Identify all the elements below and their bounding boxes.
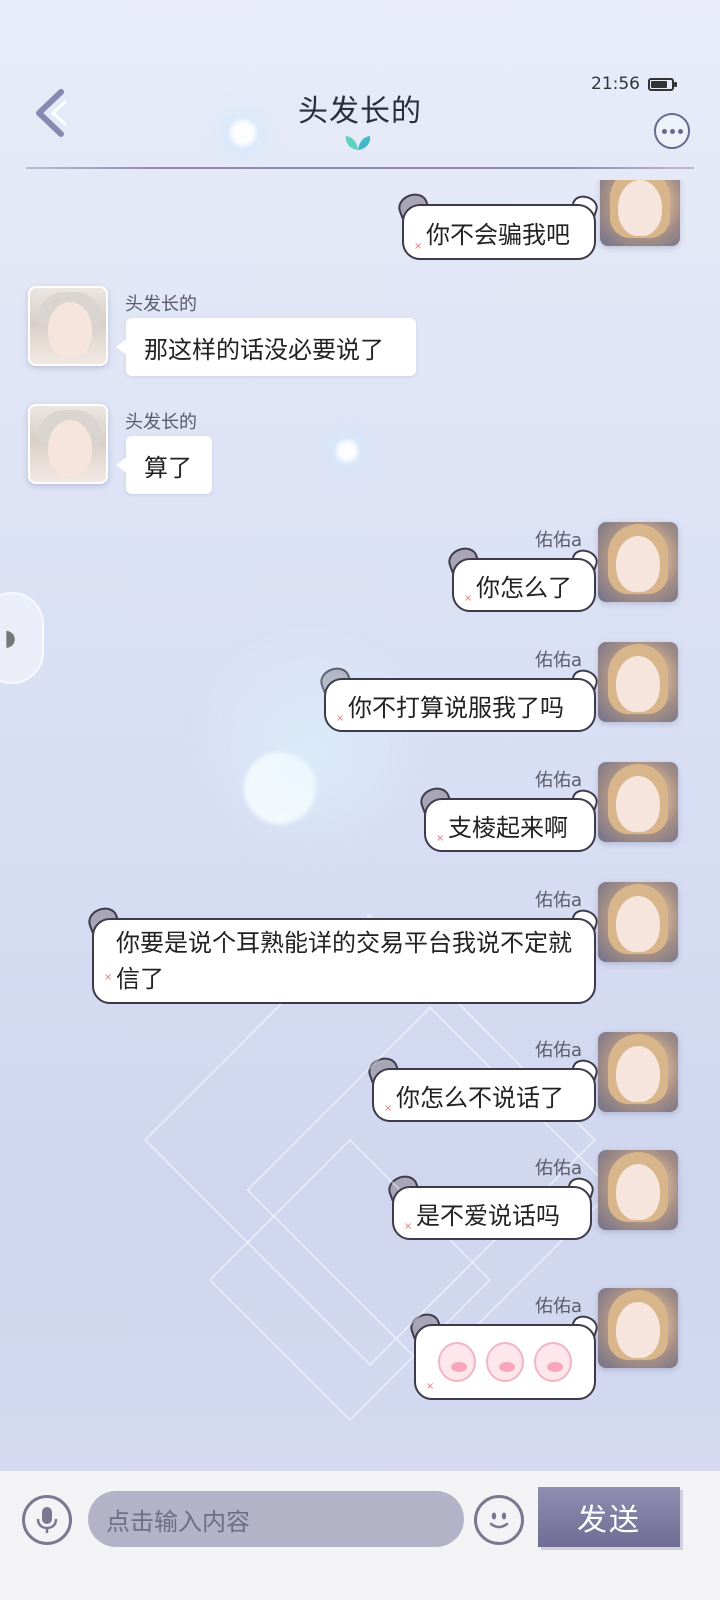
message-bubble[interactable]: × 你不会骗我吧 xyxy=(394,189,601,260)
message-text: 你不打算说服我了吗 xyxy=(348,693,564,722)
message-row: 佑佑a × 你要是说个耳熟能详的交易平台我说不定就信了 xyxy=(0,880,720,1010)
message-bubble[interactable]: × 你不打算说服我了吗 xyxy=(316,663,601,732)
message-row: × 你不会骗我吧 xyxy=(0,180,720,260)
message-text: 你不会骗我吧 xyxy=(426,220,570,249)
sender-name: 佑佑a xyxy=(534,530,582,551)
message-bubble[interactable]: × 你怎么不说话了 xyxy=(364,1053,601,1122)
message-bubble[interactable]: 算了 xyxy=(116,436,212,494)
message-text: 你要是说个耳熟能详的交易平台我说不定就信了 xyxy=(116,929,572,993)
pig-face-sticker[interactable] xyxy=(438,1342,476,1382)
message-text: 你怎么了 xyxy=(476,573,572,602)
header-divider xyxy=(26,167,694,169)
sender-name: 佑佑a xyxy=(534,770,582,791)
message-text: 你怎么不说话了 xyxy=(396,1083,564,1112)
pig-face-sticker[interactable] xyxy=(534,1342,572,1382)
message-bubble[interactable]: × 是不爱说话吗 xyxy=(384,1171,597,1240)
message-row: 佑佑a × 是不爱说话吗 xyxy=(0,1148,720,1252)
sender-name: 佑佑a xyxy=(534,1040,582,1061)
sender-name: 头发长的 xyxy=(125,294,197,315)
message-bubble[interactable]: × 你怎么了 xyxy=(444,543,601,612)
avatar[interactable] xyxy=(598,642,678,722)
sender-name: 佑佑a xyxy=(534,1158,582,1179)
message-row: 头发长的 那这样的话没必要说了 xyxy=(0,286,720,386)
avatar[interactable] xyxy=(598,762,678,842)
avatar[interactable] xyxy=(28,404,108,484)
message-text: 支棱起来啊 xyxy=(448,813,568,842)
input-placeholder: 点击输入内容 xyxy=(106,1507,250,1536)
more-dots-icon[interactable] xyxy=(654,113,690,149)
emoji-face-icon[interactable] xyxy=(474,1495,524,1545)
avatar[interactable] xyxy=(28,286,108,366)
sender-name: 头发长的 xyxy=(125,412,197,433)
avatar[interactable] xyxy=(598,1032,678,1112)
message-bubble[interactable]: 那这样的话没必要说了 xyxy=(116,318,416,376)
page-title: 头发长的 xyxy=(298,94,422,129)
message-text: 那这样的话没必要说了 xyxy=(144,335,384,364)
message-row: 佑佑a × xyxy=(0,1286,720,1406)
message-bubble[interactable]: × 支棱起来啊 xyxy=(416,783,601,852)
avatar[interactable] xyxy=(598,522,678,602)
message-row: 佑佑a × 你怎么了 xyxy=(0,520,720,624)
message-list: × 你不会骗我吧 头发长的 那这样的话没必要说了 头发长的 算了 佑佑a × 你… xyxy=(0,180,720,1470)
microphone-icon[interactable] xyxy=(22,1495,72,1545)
sender-name: 佑佑a xyxy=(534,890,582,911)
sticker-bubble[interactable]: × xyxy=(406,1309,601,1400)
avatar[interactable] xyxy=(598,882,678,962)
avatar[interactable] xyxy=(598,1288,678,1368)
send-button[interactable]: 发送 xyxy=(538,1487,680,1547)
message-input[interactable]: 点击输入内容 xyxy=(88,1491,464,1547)
message-text: 是不爱说话吗 xyxy=(416,1201,560,1230)
composer-bar: 点击输入内容 发送 xyxy=(0,1470,720,1600)
sender-name: 佑佑a xyxy=(534,650,582,671)
avatar[interactable] xyxy=(598,1150,678,1230)
avatar[interactable] xyxy=(600,180,680,246)
pig-face-sticker[interactable] xyxy=(486,1342,524,1382)
leaf-icon xyxy=(343,134,373,156)
message-row: 佑佑a × 你不打算说服我了吗 xyxy=(0,640,720,744)
chat-header: 21:56 头发长的 xyxy=(0,0,720,175)
message-row: 佑佑a × 你怎么不说话了 xyxy=(0,1030,720,1134)
message-text: 算了 xyxy=(144,453,192,482)
sender-name: 佑佑a xyxy=(534,1296,582,1317)
message-bubble[interactable]: × 你要是说个耳熟能详的交易平台我说不定就信了 xyxy=(84,903,601,1004)
message-row: 佑佑a × 支棱起来啊 xyxy=(0,760,720,864)
message-row: 头发长的 算了 xyxy=(0,404,720,504)
